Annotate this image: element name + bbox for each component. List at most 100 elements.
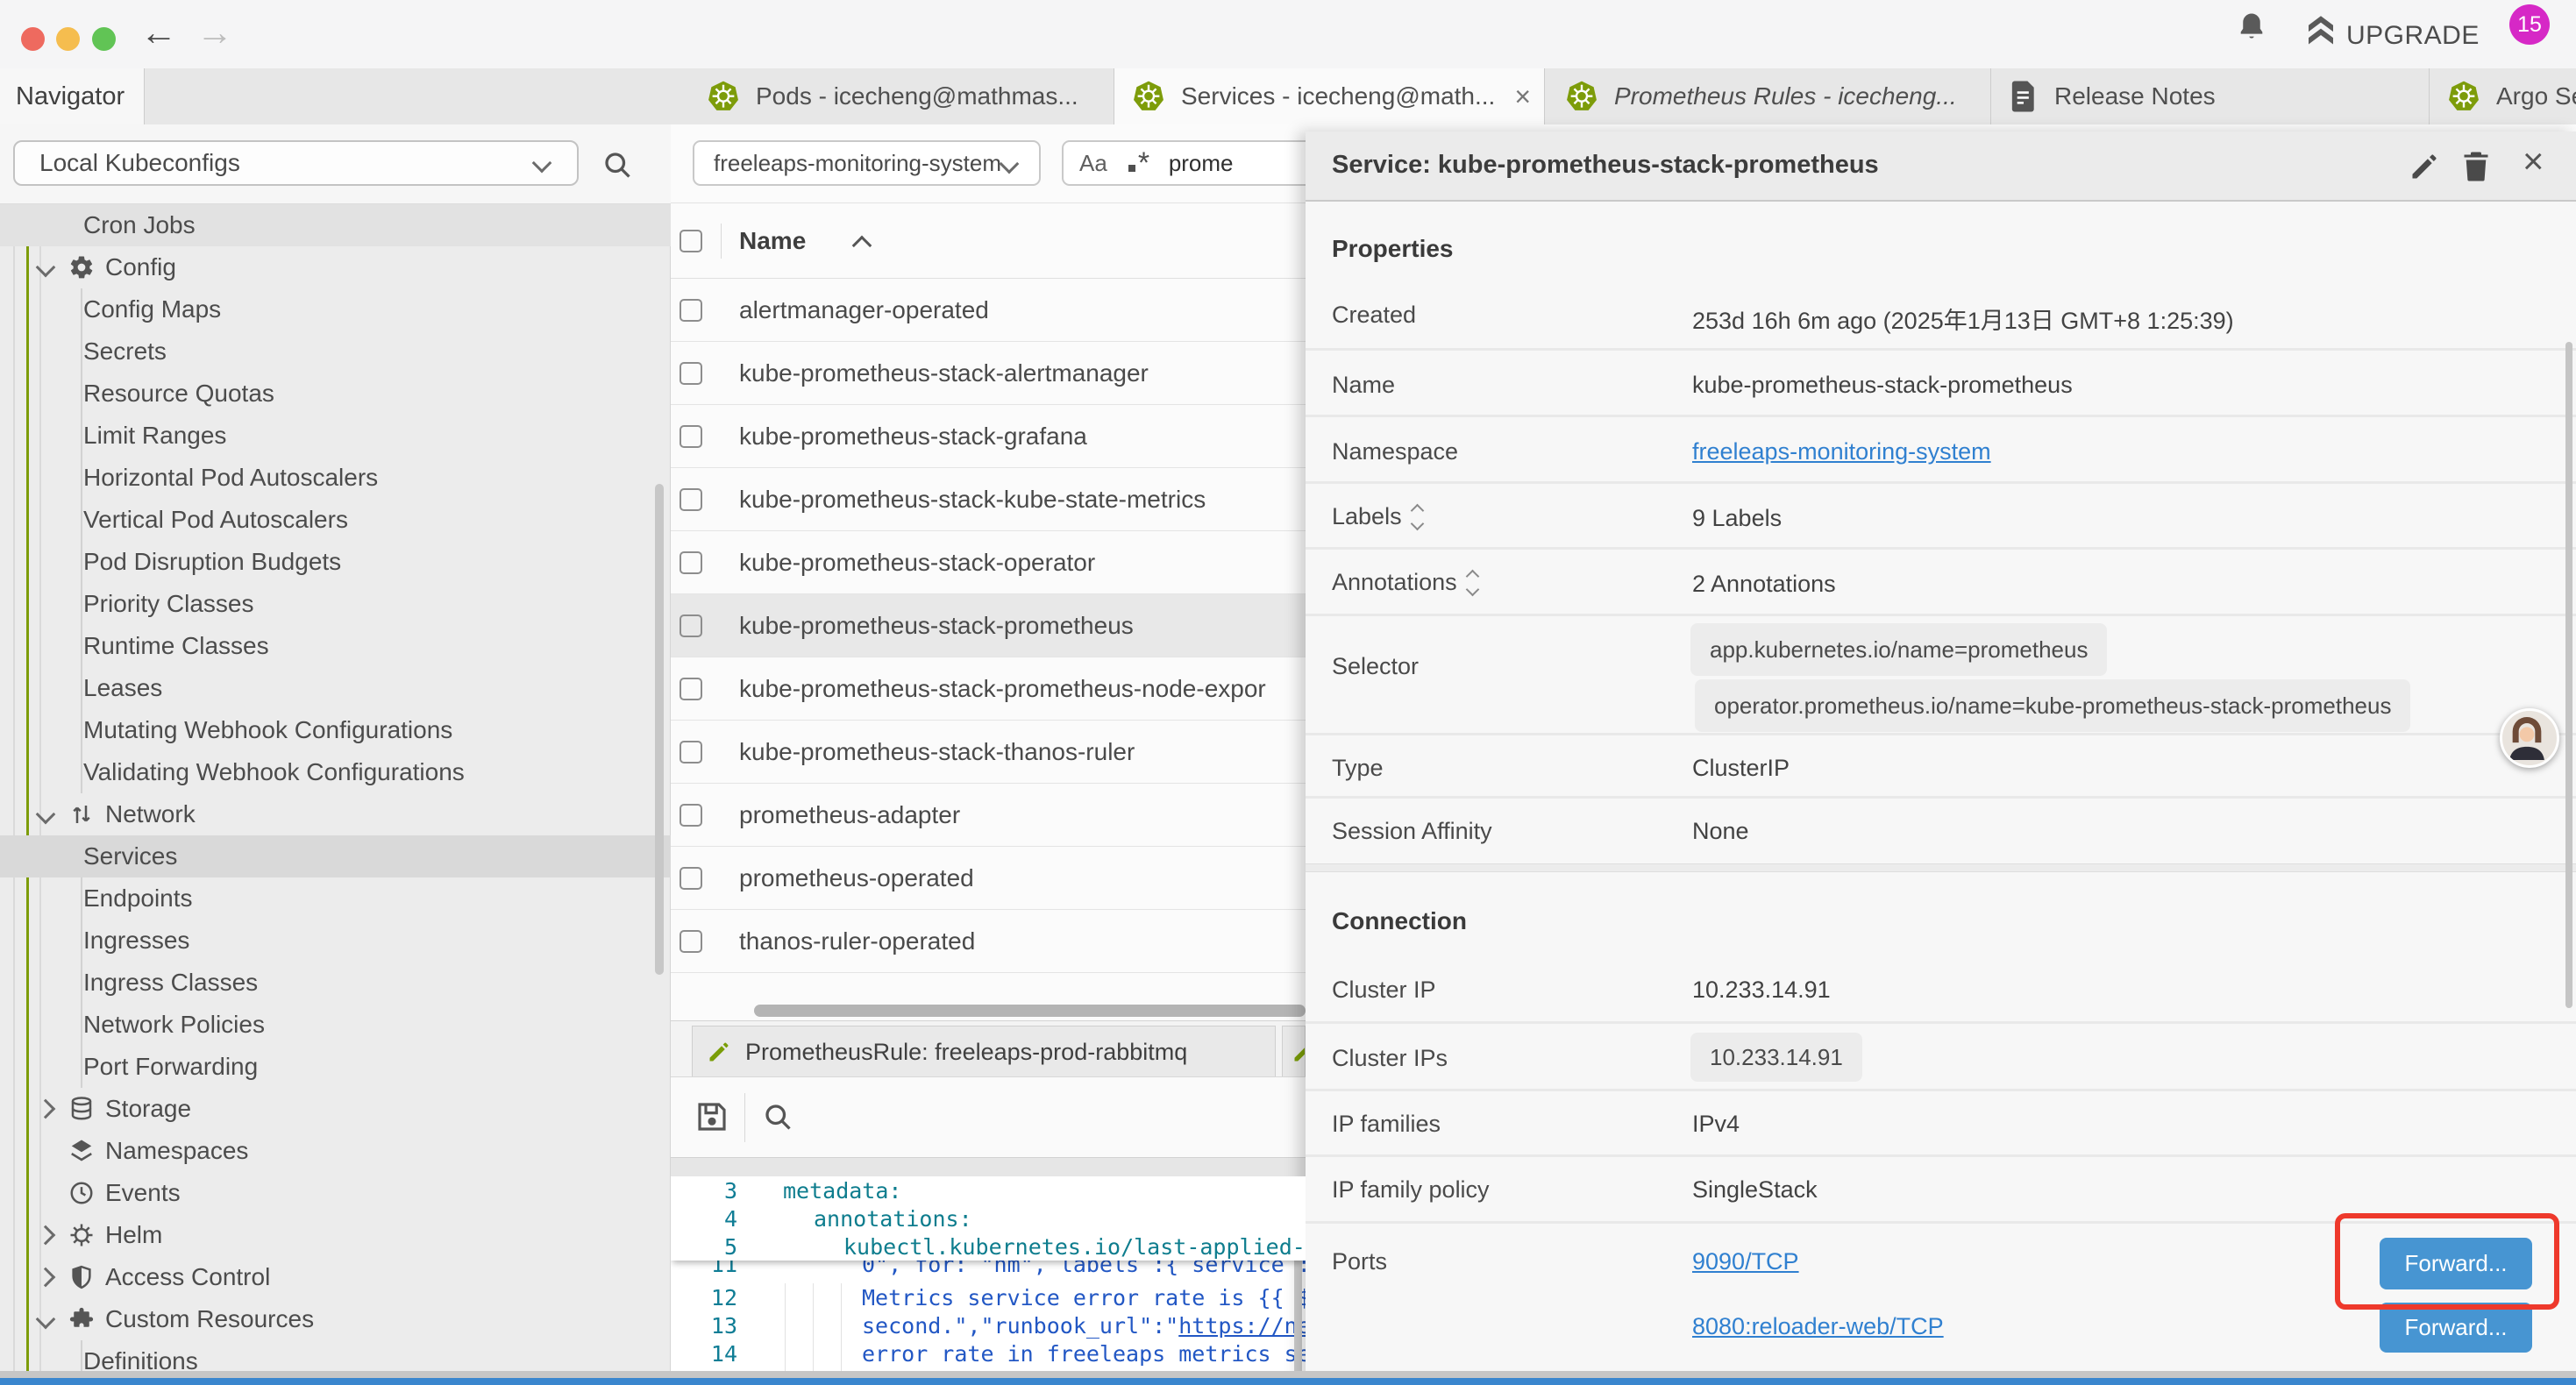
sidebar-item-priority-classes[interactable]: Priority Classes bbox=[0, 583, 671, 625]
close-window-button[interactable] bbox=[21, 27, 45, 51]
chevron-right-icon[interactable] bbox=[36, 1099, 56, 1119]
expand-collapse-icon[interactable] bbox=[1468, 572, 1477, 594]
sidebar-item-port-forwarding[interactable]: Port Forwarding bbox=[0, 1046, 671, 1088]
close-tab-icon[interactable]: × bbox=[1514, 81, 1531, 113]
chevron-down-icon[interactable] bbox=[36, 1310, 56, 1330]
sidebar-item-config-maps[interactable]: Config Maps bbox=[0, 288, 671, 330]
tab-services[interactable]: Services - icecheng@math... × bbox=[1114, 68, 1545, 124]
sidebar-item-runtime-classes[interactable]: Runtime Classes bbox=[0, 625, 671, 667]
edit-pencil-icon[interactable] bbox=[2409, 151, 2440, 182]
sidebar-item-endpoints[interactable]: Endpoints bbox=[0, 877, 671, 920]
minimize-window-button[interactable] bbox=[56, 27, 80, 51]
expand-collapse-icon[interactable] bbox=[1413, 506, 1422, 529]
user-avatar[interactable] bbox=[2500, 708, 2559, 768]
tab-pods[interactable]: Pods - icecheng@mathmas... bbox=[689, 68, 1114, 124]
chevron-right-icon[interactable] bbox=[36, 1268, 56, 1288]
sort-ascending-icon[interactable] bbox=[852, 236, 872, 256]
row-checkbox[interactable] bbox=[680, 362, 702, 385]
row-checkbox[interactable] bbox=[680, 551, 702, 574]
sidebar-item-leases[interactable]: Leases bbox=[0, 667, 671, 709]
namespace-link[interactable]: freeleaps-monitoring-system bbox=[1692, 438, 1991, 465]
sidebar-item-storage[interactable]: Storage bbox=[0, 1088, 671, 1130]
row-checkbox[interactable] bbox=[680, 804, 702, 827]
port-link-8080[interactable]: 8080:reloader-web/TCP bbox=[1692, 1313, 1944, 1340]
sidebar-item-secrets[interactable]: Secrets bbox=[0, 330, 671, 373]
runbook-url-link[interactable]: https://net bbox=[1178, 1313, 1306, 1339]
sidebar-item-custom-resources[interactable]: Custom Resources bbox=[0, 1298, 671, 1340]
close-icon[interactable]: × bbox=[2523, 140, 2544, 182]
maximize-window-button[interactable] bbox=[92, 27, 116, 51]
sidebar-item-pod-disruption-budgets[interactable]: Pod Disruption Budgets bbox=[0, 541, 671, 583]
forward-arrow-icon[interactable]: → bbox=[196, 14, 233, 51]
sidebar-item-ingresses[interactable]: Ingresses bbox=[0, 920, 671, 962]
tab-release-notes[interactable]: Release Notes bbox=[1991, 68, 2430, 124]
search-icon[interactable] bbox=[601, 149, 633, 181]
row-checkbox[interactable] bbox=[680, 741, 702, 764]
sidebar-item-services[interactable]: Services bbox=[0, 835, 671, 877]
match-case-toggle[interactable]: Aa bbox=[1079, 150, 1107, 177]
drawer-scrollbar[interactable] bbox=[2565, 342, 2572, 1008]
editor-tab-partial[interactable] bbox=[1282, 1026, 1306, 1077]
sidebar-item-events[interactable]: Events bbox=[0, 1172, 671, 1214]
upgrade-label[interactable]: UPGRADE bbox=[2346, 21, 2480, 51]
table-row[interactable]: kube-prometheus-stack-operator bbox=[671, 531, 1306, 594]
sidebar-item-vertical-pod-autoscalers[interactable]: Vertical Pod Autoscalers bbox=[0, 499, 671, 541]
tab-prometheus-rules[interactable]: Prometheus Rules - icecheng... bbox=[1548, 68, 1991, 124]
row-checkbox[interactable] bbox=[680, 867, 702, 890]
sidebar-item-network[interactable]: Network bbox=[0, 793, 671, 835]
sidebar-item-helm[interactable]: Helm bbox=[0, 1214, 671, 1256]
save-icon[interactable] bbox=[694, 1098, 730, 1135]
table-row[interactable]: prometheus-adapter bbox=[671, 784, 1306, 847]
table-row-selected[interactable]: kube-prometheus-stack-prometheus bbox=[671, 594, 1306, 657]
kubeconfig-selector[interactable]: Local Kubeconfigs bbox=[13, 140, 579, 186]
chevron-down-icon[interactable] bbox=[36, 805, 56, 825]
search-input[interactable]: Aa * prome bbox=[1062, 140, 1325, 186]
sidebar-item-mutating-webhook-configurations[interactable]: Mutating Webhook Configurations bbox=[0, 709, 671, 751]
sidebar-item-cron-jobs[interactable]: Cron Jobs bbox=[0, 204, 671, 246]
sidebar-item-validating-webhook-configurations[interactable]: Validating Webhook Configurations bbox=[0, 751, 671, 793]
row-checkbox[interactable] bbox=[680, 930, 702, 953]
horizontal-scrollbar[interactable] bbox=[754, 1005, 1306, 1017]
regex-toggle[interactable]: * bbox=[1127, 150, 1156, 176]
row-checkbox[interactable] bbox=[680, 614, 702, 637]
editor-tab-prometheusrule[interactable]: PrometheusRule: freeleaps-prod-rabbitmq bbox=[692, 1026, 1276, 1077]
table-row[interactable]: kube-prometheus-stack-prometheus-node-ex… bbox=[671, 657, 1306, 721]
table-row[interactable]: thanos-ruler-operated bbox=[671, 910, 1306, 973]
sidebar-item-horizontal-pod-autoscalers[interactable]: Horizontal Pod Autoscalers bbox=[0, 457, 671, 499]
sidebar-item-config[interactable]: Config bbox=[0, 246, 671, 288]
table-row[interactable]: kube-prometheus-stack-thanos-ruler bbox=[671, 721, 1306, 784]
notifications-bell-icon[interactable] bbox=[2236, 11, 2267, 46]
back-arrow-icon[interactable]: ← bbox=[140, 14, 177, 51]
profile-badge[interactable]: 15 bbox=[2509, 4, 2550, 45]
yaml-editor[interactable]: 3metadata: 4annotations: 5kubectl.kubern… bbox=[671, 1176, 1306, 1385]
upgrade-icon[interactable] bbox=[2302, 11, 2339, 48]
tab-navigator[interactable]: Navigator bbox=[0, 68, 145, 124]
table-row[interactable]: kube-prometheus-stack-kube-state-metrics bbox=[671, 468, 1306, 531]
row-checkbox[interactable] bbox=[680, 425, 702, 448]
chevron-down-icon[interactable] bbox=[36, 258, 56, 278]
namespace-selector[interactable]: freeleaps-monitoring-system bbox=[693, 140, 1041, 186]
table-row[interactable]: prometheus-operated bbox=[671, 847, 1306, 910]
editor-search-icon[interactable] bbox=[762, 1101, 793, 1133]
row-checkbox[interactable] bbox=[680, 299, 702, 322]
sidebar-item-namespaces[interactable]: Namespaces bbox=[0, 1130, 671, 1172]
sidebar-item-ingress-classes[interactable]: Ingress Classes bbox=[0, 962, 671, 1004]
sidebar-scrollbar[interactable] bbox=[655, 484, 664, 975]
forward-port-button-8080[interactable]: Forward... bbox=[2380, 1303, 2532, 1353]
row-checkbox[interactable] bbox=[680, 488, 702, 511]
sidebar-item-limit-ranges[interactable]: Limit Ranges bbox=[0, 415, 671, 457]
port-link-9090[interactable]: 9090/TCP bbox=[1692, 1248, 1799, 1275]
row-checkbox[interactable] bbox=[680, 678, 702, 700]
services-table: alertmanager-operated kube-prometheus-st… bbox=[671, 279, 1306, 973]
name-column-header[interactable]: Name bbox=[739, 227, 806, 255]
sidebar-item-network-policies[interactable]: Network Policies bbox=[0, 1004, 671, 1046]
table-row[interactable]: alertmanager-operated bbox=[671, 279, 1306, 342]
sidebar-item-resource-quotas[interactable]: Resource Quotas bbox=[0, 373, 671, 415]
tab-argo[interactable]: Argo Se bbox=[2430, 68, 2576, 124]
select-all-checkbox[interactable] bbox=[680, 230, 702, 252]
table-row[interactable]: kube-prometheus-stack-alertmanager bbox=[671, 342, 1306, 405]
sidebar-item-access-control[interactable]: Access Control bbox=[0, 1256, 671, 1298]
chevron-right-icon[interactable] bbox=[36, 1225, 56, 1246]
table-row[interactable]: kube-prometheus-stack-grafana bbox=[671, 405, 1306, 468]
trash-icon[interactable] bbox=[2461, 151, 2491, 182]
